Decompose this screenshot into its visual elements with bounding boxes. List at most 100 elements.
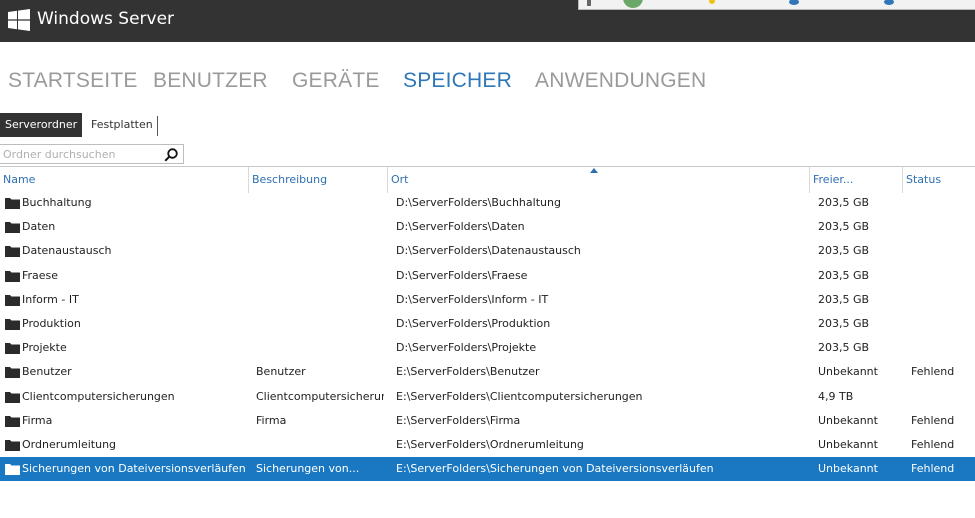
cell-status: Fehlend [911, 413, 955, 427]
overlap-blue-mark [884, 0, 894, 5]
app-title: Windows Server [37, 9, 175, 29]
cell-status [911, 264, 975, 288]
overlapping-window-edge [578, 0, 975, 10]
cell-name: Projekte [22, 341, 67, 355]
cell-freier-speicher: 203,5 GB [818, 244, 870, 258]
table-row[interactable]: Clientcomputersicherungen Clientcomputers… [0, 385, 975, 409]
cell-ort: D:\ServerFolders\Datenaustausch [396, 244, 581, 258]
table-row[interactable]: Produktion D:\ServerFolders\Produktion 203… [0, 312, 975, 336]
cell-status: Fehlend [911, 365, 955, 379]
column-header-ort[interactable]: Ort [387, 167, 809, 193]
cell-freier-speicher: 203,5 GB [818, 220, 870, 234]
tab-serverordner[interactable]: Serverordner [0, 113, 83, 137]
nav-startseite[interactable]: STARTSEITE [8, 69, 138, 93]
cell-name: Datenaustausch [22, 244, 112, 258]
folder-icon [5, 464, 20, 476]
cell-status [911, 215, 975, 239]
column-header-status[interactable]: Status [902, 167, 975, 193]
cell-freier-speicher: 203,5 GB [818, 292, 870, 306]
windows-logo-icon [8, 9, 30, 31]
cell-status [911, 288, 975, 312]
folder-icon [5, 343, 20, 355]
sort-ascending-icon [590, 168, 598, 173]
cell-status [911, 385, 975, 409]
cell-status: Fehlend [911, 437, 955, 451]
cell-name: Daten [22, 220, 56, 234]
cell-name: Buchhaltung [22, 196, 92, 209]
table-row[interactable]: Inform - IT D:\ServerFolders\Inform - IT 2… [0, 288, 975, 312]
cell-freier-speicher: 4,9 TB [818, 389, 854, 403]
table-row[interactable]: Fraese D:\ServerFolders\Fraese 203,5 GB [0, 264, 975, 288]
overlap-green-icon [623, 0, 643, 8]
cell-beschreibung [256, 336, 384, 360]
column-header-freier[interactable]: Freier... [809, 167, 902, 193]
cell-freier-speicher: Unbekannt [818, 413, 878, 427]
cell-ort: E:\ServerFolders\Firma [396, 413, 521, 427]
cell-name: Produktion [22, 316, 81, 330]
overlap-glyph [587, 0, 591, 6]
cell-name: Fraese [22, 268, 59, 282]
table-row[interactable]: Firma Firma E:\ServerFolders\Firma Unbekann… [0, 409, 975, 433]
folder-icon [5, 198, 20, 209]
folder-icon [5, 391, 20, 403]
cell-beschreibung [256, 312, 384, 336]
cell-name: Ordnerumleitung [22, 437, 117, 451]
nav-geraete[interactable]: GERÄTE [292, 69, 380, 93]
cell-name: Firma [22, 413, 53, 427]
cell-beschreibung [256, 264, 384, 288]
folder-icon [5, 318, 20, 330]
cell-beschreibung [256, 288, 384, 312]
folder-table: Buchhaltung D:\ServerFolders\Buchhaltung 2… [0, 191, 975, 482]
cell-beschreibung: Firma [256, 413, 287, 427]
cell-name: Benutzer [22, 365, 72, 379]
cell-freier-speicher: 203,5 GB [818, 196, 870, 209]
cell-ort: D:\ServerFolders\Projekte [396, 341, 537, 355]
cell-ort: E:\ServerFolders\Clientcomputersicherung… [396, 389, 643, 403]
table-row[interactable]: Daten D:\ServerFolders\Daten 203,5 GB [0, 215, 975, 239]
table-row[interactable]: Ordnerumleitung E:\ServerFolders\Ordnerum… [0, 433, 975, 457]
nav-speicher[interactable]: SPEICHER [403, 69, 512, 93]
cell-status [911, 336, 975, 360]
cell-beschreibung [256, 191, 384, 215]
cell-name: Sicherungen von Dateiversionsverläufen [22, 462, 246, 476]
cell-ort: D:\ServerFolders\Buchhaltung [396, 196, 561, 209]
cell-freier-speicher: Unbekannt [818, 437, 878, 451]
cell-name: Clientcomputersicherungen [22, 389, 175, 403]
folder-icon [5, 222, 20, 234]
folder-icon [5, 367, 20, 379]
overlap-blue-mark [789, 0, 799, 5]
cell-beschreibung: Benutzer [256, 365, 306, 379]
overlap-yellow-dot [709, 0, 715, 4]
folder-icon [5, 415, 20, 427]
cell-freier-speicher: Unbekannt [818, 462, 878, 476]
table-row[interactable]: Sicherungen von Dateiversionsverläufen Si… [0, 457, 975, 482]
column-header-beschreibung[interactable]: Beschreibung [248, 167, 387, 193]
table-row[interactable]: Buchhaltung D:\ServerFolders\Buchhaltung 2… [0, 191, 975, 215]
nav-anwendungen[interactable]: ANWENDUNGEN [535, 69, 706, 93]
search-box [0, 144, 184, 164]
cell-status: Fehlend [911, 462, 955, 476]
folder-icon [5, 439, 20, 451]
cell-beschreibung [256, 215, 384, 239]
cell-beschreibung: Clientcomputersicherun... [256, 389, 384, 403]
column-header-name[interactable]: Name [0, 167, 248, 193]
cell-freier-speicher: 203,5 GB [818, 316, 870, 330]
table-row[interactable]: Benutzer Benutzer E:\ServerFolders\Benutze… [0, 360, 975, 384]
table-row[interactable]: Projekte D:\ServerFolders\Projekte 203,5 G… [0, 336, 975, 360]
tab-festplatten[interactable]: Festplatten [86, 113, 158, 137]
cell-ort: D:\ServerFolders\Produktion [396, 316, 551, 330]
cell-freier-speicher: 203,5 GB [818, 341, 870, 355]
cell-status [911, 312, 975, 336]
cell-freier-speicher: 203,5 GB [818, 268, 870, 282]
subtab-divider [157, 116, 158, 136]
cell-freier-speicher: Unbekannt [818, 365, 878, 379]
cell-ort: E:\ServerFolders\Benutzer [396, 365, 540, 379]
search-icon[interactable] [163, 147, 179, 163]
nav-benutzer[interactable]: BENUTZER [153, 69, 268, 93]
cell-ort: E:\ServerFolders\Ordnerumleitung [396, 437, 584, 451]
cell-beschreibung: Sicherungen von... [256, 462, 360, 476]
search-input[interactable] [3, 147, 153, 162]
cell-ort: E:\ServerFolders\Sicherungen von Dateive… [396, 462, 714, 476]
cell-ort: D:\ServerFolders\Inform - IT [396, 292, 549, 306]
table-row[interactable]: Datenaustausch D:\ServerFolders\Datenaust… [0, 239, 975, 263]
